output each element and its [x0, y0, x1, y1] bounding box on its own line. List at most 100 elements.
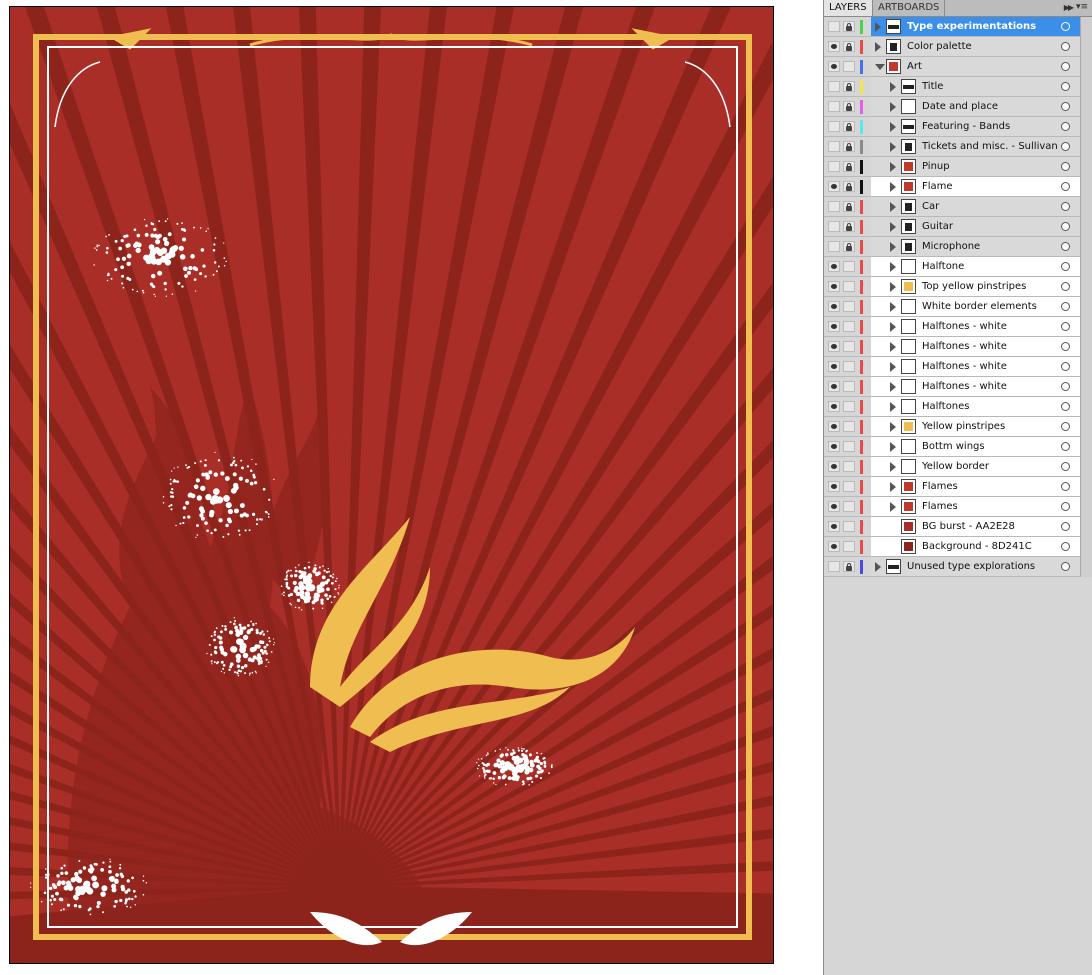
target-circle-icon[interactable] [1061, 382, 1070, 391]
disclosure-triangle-icon[interactable] [875, 64, 885, 70]
layer-row[interactable]: Flames [824, 477, 1080, 497]
visibility-toggle[interactable] [828, 561, 840, 572]
layer-row[interactable]: Featuring - Bands [824, 117, 1080, 137]
visibility-toggle[interactable] [828, 101, 840, 112]
lock-toggle[interactable] [843, 161, 855, 172]
visibility-toggle[interactable] [828, 521, 840, 532]
lock-toggle[interactable] [843, 321, 855, 332]
lock-toggle[interactable] [843, 381, 855, 392]
target-circle-icon[interactable] [1061, 42, 1070, 51]
visibility-toggle[interactable] [828, 361, 840, 372]
visibility-toggle[interactable] [828, 201, 840, 212]
disclosure-triangle-icon[interactable] [890, 202, 896, 212]
visibility-toggle[interactable] [828, 421, 840, 432]
lock-toggle[interactable] [843, 501, 855, 512]
disclosure-triangle-icon[interactable] [890, 502, 896, 512]
layer-row[interactable]: Date and place [824, 97, 1080, 117]
visibility-toggle[interactable] [828, 501, 840, 512]
target-circle-icon[interactable] [1061, 442, 1070, 451]
target-circle-icon[interactable] [1061, 142, 1070, 151]
target-circle-icon[interactable] [1061, 562, 1070, 571]
disclosure-triangle-icon[interactable] [890, 82, 896, 92]
disclosure-triangle-icon[interactable] [890, 362, 896, 372]
lock-toggle[interactable] [843, 461, 855, 472]
visibility-toggle[interactable] [828, 341, 840, 352]
lock-toggle[interactable] [843, 261, 855, 272]
disclosure-triangle-icon[interactable] [890, 422, 896, 432]
panel-menu-icon[interactable]: ▾≡ [1076, 2, 1088, 12]
disclosure-triangle-icon[interactable] [875, 562, 881, 572]
layer-row[interactable]: Yellow border [824, 457, 1080, 477]
layer-row[interactable]: Unused type explorations [824, 557, 1080, 577]
disclosure-triangle-icon[interactable] [890, 482, 896, 492]
target-circle-icon[interactable] [1061, 202, 1070, 211]
lock-toggle[interactable] [843, 121, 855, 132]
disclosure-triangle-icon[interactable] [890, 142, 896, 152]
lock-toggle[interactable] [843, 181, 855, 192]
target-circle-icon[interactable] [1061, 22, 1070, 31]
target-circle-icon[interactable] [1061, 282, 1070, 291]
lock-toggle[interactable] [843, 301, 855, 312]
visibility-toggle[interactable] [828, 241, 840, 252]
disclosure-triangle-icon[interactable] [890, 462, 896, 472]
lock-toggle[interactable] [843, 21, 855, 32]
visibility-toggle[interactable] [828, 541, 840, 552]
lock-toggle[interactable] [843, 61, 855, 72]
lock-toggle[interactable] [843, 201, 855, 212]
lock-toggle[interactable] [843, 241, 855, 252]
visibility-toggle[interactable] [828, 261, 840, 272]
disclosure-triangle-icon[interactable] [890, 342, 896, 352]
layer-row[interactable]: Halftone [824, 257, 1080, 277]
layer-row[interactable]: Type experimentations [824, 17, 1080, 37]
layer-row[interactable]: Guitar [824, 217, 1080, 237]
target-circle-icon[interactable] [1061, 82, 1070, 91]
visibility-toggle[interactable] [828, 221, 840, 232]
layer-row[interactable]: Halftones - white [824, 317, 1080, 337]
layer-row[interactable]: Pinup [824, 157, 1080, 177]
visibility-toggle[interactable] [828, 381, 840, 392]
layer-row[interactable]: Car [824, 197, 1080, 217]
visibility-toggle[interactable] [828, 441, 840, 452]
layer-list-scrollbar[interactable] [1080, 17, 1092, 577]
target-circle-icon[interactable] [1061, 162, 1070, 171]
disclosure-triangle-icon[interactable] [890, 442, 896, 452]
lock-toggle[interactable] [843, 221, 855, 232]
target-circle-icon[interactable] [1061, 462, 1070, 471]
tab-layers[interactable]: LAYERS [824, 0, 873, 16]
layer-row[interactable]: White border elements [824, 297, 1080, 317]
disclosure-triangle-icon[interactable] [890, 102, 896, 112]
layer-row[interactable]: Flames [824, 497, 1080, 517]
layer-row[interactable]: Halftones - white [824, 357, 1080, 377]
lock-toggle[interactable] [843, 81, 855, 92]
target-circle-icon[interactable] [1061, 542, 1070, 551]
lock-toggle[interactable] [843, 101, 855, 112]
target-circle-icon[interactable] [1061, 522, 1070, 531]
layer-row[interactable]: Halftones - white [824, 337, 1080, 357]
disclosure-triangle-icon[interactable] [890, 382, 896, 392]
visibility-toggle[interactable] [828, 481, 840, 492]
target-circle-icon[interactable] [1061, 402, 1070, 411]
layer-row[interactable]: Tickets and misc. - Sullivan [824, 137, 1080, 157]
target-circle-icon[interactable] [1061, 102, 1070, 111]
lock-toggle[interactable] [843, 41, 855, 52]
disclosure-triangle-icon[interactable] [890, 222, 896, 232]
disclosure-triangle-icon[interactable] [890, 122, 896, 132]
document-canvas[interactable] [0, 0, 822, 975]
visibility-toggle[interactable] [828, 401, 840, 412]
lock-toggle[interactable] [843, 361, 855, 372]
disclosure-triangle-icon[interactable] [890, 302, 896, 312]
visibility-toggle[interactable] [828, 41, 840, 52]
lock-toggle[interactable] [843, 341, 855, 352]
target-circle-icon[interactable] [1061, 262, 1070, 271]
disclosure-triangle-icon[interactable] [890, 182, 896, 192]
disclosure-triangle-icon[interactable] [890, 242, 896, 252]
visibility-toggle[interactable] [828, 141, 840, 152]
target-circle-icon[interactable] [1061, 242, 1070, 251]
visibility-toggle[interactable] [828, 281, 840, 292]
artboard[interactable] [9, 6, 774, 964]
disclosure-triangle-icon[interactable] [875, 22, 881, 32]
visibility-toggle[interactable] [828, 161, 840, 172]
target-circle-icon[interactable] [1061, 342, 1070, 351]
lock-toggle[interactable] [843, 401, 855, 412]
visibility-toggle[interactable] [828, 81, 840, 92]
